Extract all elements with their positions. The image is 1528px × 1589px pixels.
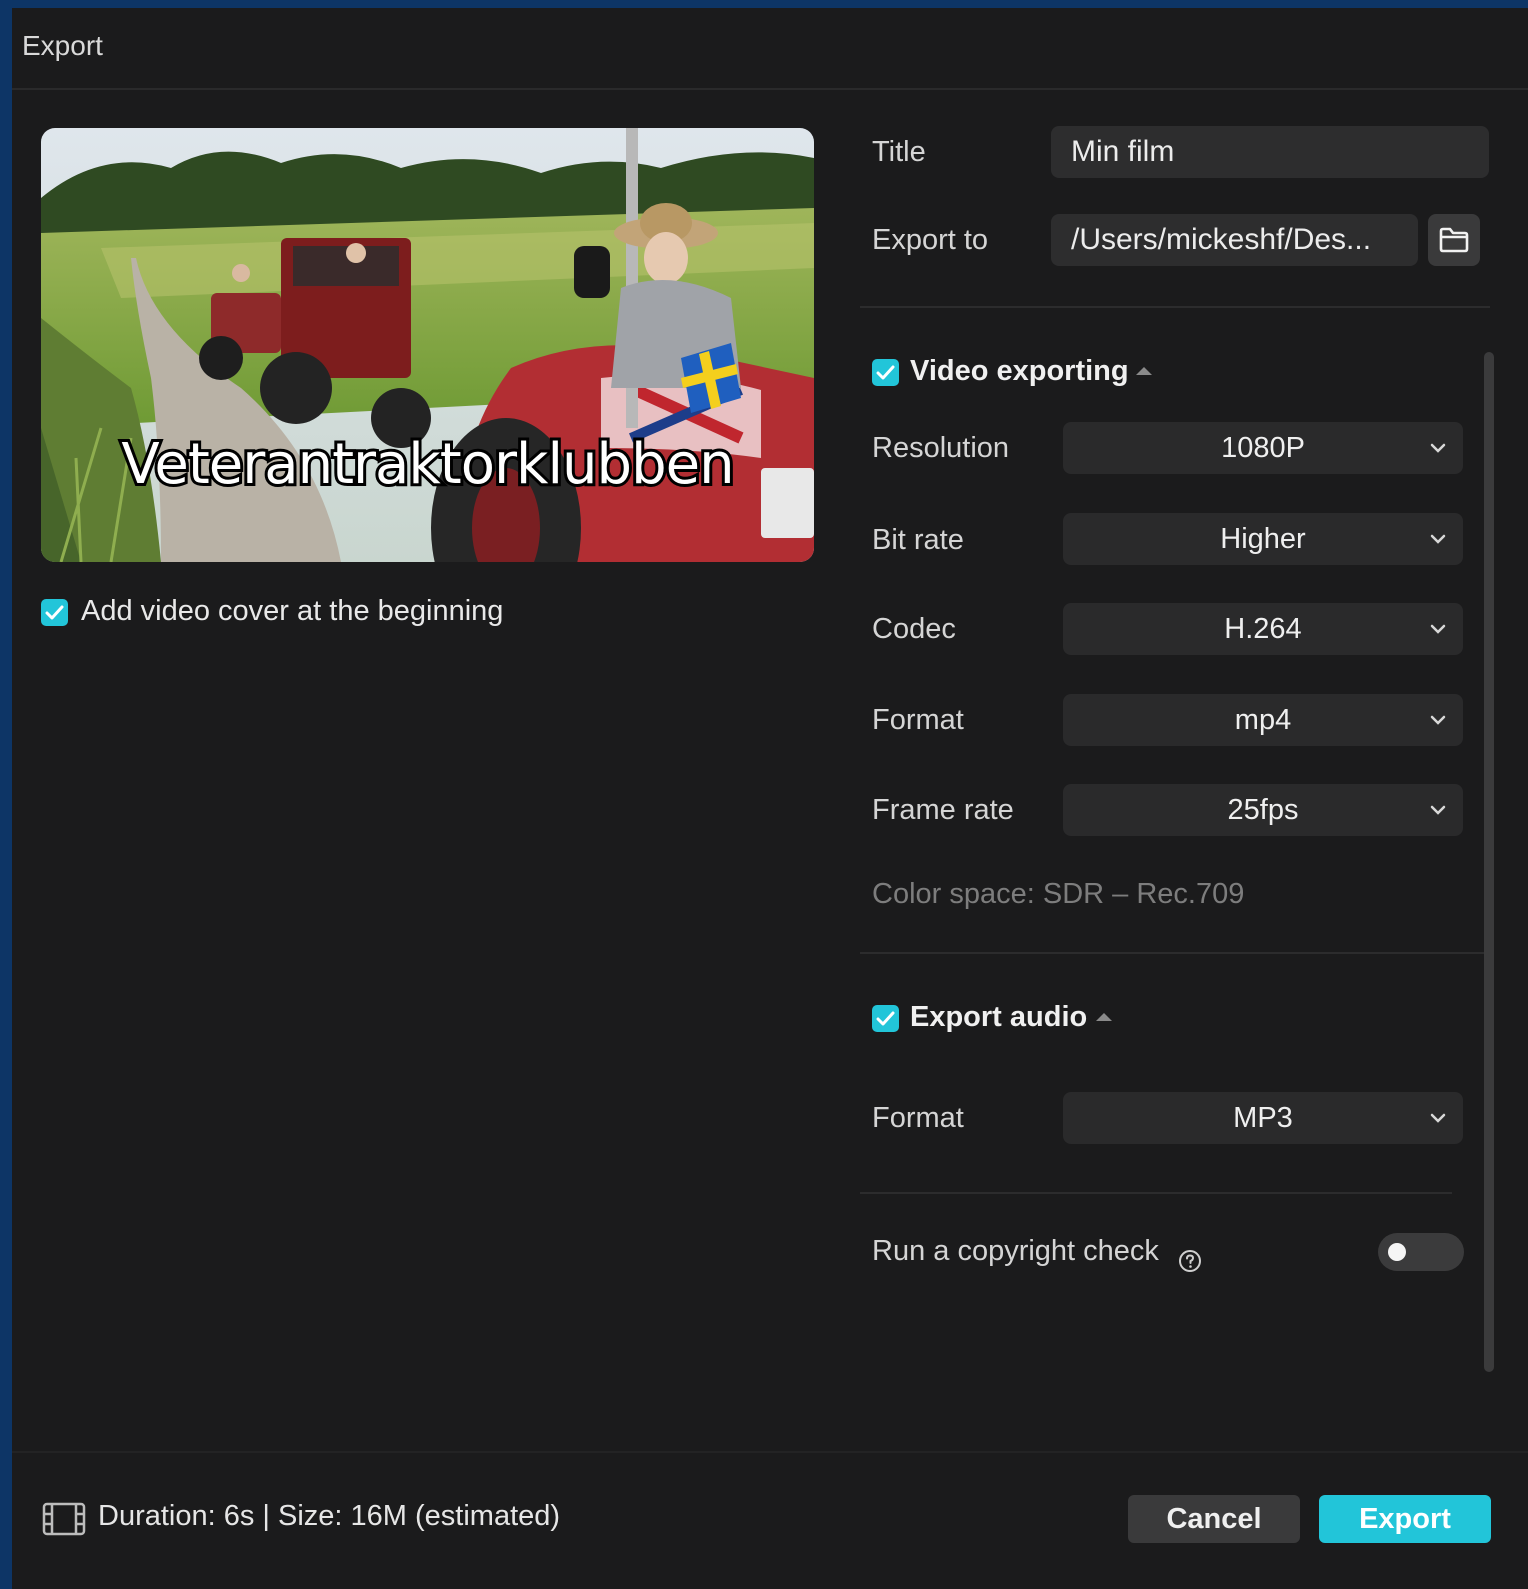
divider bbox=[860, 1192, 1452, 1194]
copyright-check-switch[interactable] bbox=[1378, 1233, 1464, 1271]
collapse-caret-icon[interactable] bbox=[1096, 1013, 1112, 1021]
codec-select[interactable]: H.264 bbox=[1063, 603, 1463, 655]
duration-size-info: Duration: 6s | Size: 16M (estimated) bbox=[98, 1500, 561, 1532]
add-cover-label: Add video cover at the beginning bbox=[81, 595, 504, 627]
export-path-input[interactable]: /Users/mickeshf/Des... bbox=[1051, 214, 1418, 266]
chevron-down-icon bbox=[1430, 443, 1446, 453]
video-exporting-label: Video exporting bbox=[910, 355, 1129, 387]
export-to-label: Export to bbox=[872, 224, 989, 256]
cancel-button[interactable]: Cancel bbox=[1128, 1495, 1300, 1543]
browse-folder-button[interactable] bbox=[1428, 214, 1480, 266]
audio-format-label: Format bbox=[872, 1102, 964, 1134]
checkmark-icon bbox=[876, 365, 895, 380]
add-cover-checkbox[interactable] bbox=[41, 599, 68, 626]
resolution-value: 1080P bbox=[1221, 432, 1305, 464]
audio-format-value: MP3 bbox=[1233, 1102, 1293, 1134]
codec-value: H.264 bbox=[1224, 613, 1302, 645]
resolution-label: Resolution bbox=[872, 432, 1010, 464]
bitrate-value: Higher bbox=[1220, 523, 1306, 555]
video-format-label: Format bbox=[872, 704, 964, 736]
bitrate-label: Bit rate bbox=[872, 524, 964, 556]
video-format-value: mp4 bbox=[1234, 704, 1292, 736]
color-space-info: Color space: SDR – Rec.709 bbox=[872, 878, 1245, 910]
export-audio-label: Export audio bbox=[910, 1001, 1088, 1033]
switch-knob bbox=[1388, 1243, 1406, 1261]
export-dialog: Export Veterantraktorklubben Add video c… bbox=[12, 8, 1528, 1589]
cover-preview[interactable]: Veterantraktorklubben bbox=[41, 128, 814, 562]
framerate-value: 25fps bbox=[1227, 794, 1299, 826]
resolution-select[interactable]: 1080P bbox=[1063, 422, 1463, 474]
settings-scrollbar[interactable] bbox=[1484, 352, 1494, 1372]
cover-caption: Veterantraktorklubben bbox=[118, 429, 737, 500]
collapse-caret-icon[interactable] bbox=[1136, 367, 1152, 375]
film-icon bbox=[42, 1502, 86, 1536]
title-input[interactable]: Min film bbox=[1051, 126, 1489, 178]
video-format-select[interactable]: mp4 bbox=[1063, 694, 1463, 746]
title-label: Title bbox=[872, 136, 926, 168]
audio-format-select[interactable]: MP3 bbox=[1063, 1092, 1463, 1144]
divider bbox=[860, 952, 1490, 954]
dialog-title: Export bbox=[22, 30, 103, 61]
framerate-label: Frame rate bbox=[872, 794, 1014, 826]
export-button[interactable]: Export bbox=[1319, 1495, 1491, 1543]
chevron-down-icon bbox=[1430, 624, 1446, 634]
chevron-down-icon bbox=[1430, 715, 1446, 725]
framerate-select[interactable]: 25fps bbox=[1063, 784, 1463, 836]
codec-label: Codec bbox=[872, 613, 956, 645]
video-exporting-checkbox[interactable] bbox=[872, 359, 899, 386]
checkmark-icon bbox=[876, 1011, 895, 1026]
chevron-down-icon bbox=[1430, 534, 1446, 544]
divider bbox=[860, 306, 1490, 308]
bitrate-select[interactable]: Higher bbox=[1063, 513, 1463, 565]
footer-divider bbox=[12, 1451, 1528, 1453]
copyright-check-label: Run a copyright check bbox=[872, 1235, 1159, 1267]
help-icon[interactable] bbox=[1178, 1249, 1202, 1273]
chevron-down-icon bbox=[1430, 1113, 1446, 1123]
export-audio-checkbox[interactable] bbox=[872, 1005, 899, 1032]
checkmark-icon bbox=[45, 605, 64, 620]
title-bar: Export bbox=[12, 8, 1528, 90]
chevron-down-icon bbox=[1430, 805, 1446, 815]
folder-icon bbox=[1439, 227, 1469, 253]
